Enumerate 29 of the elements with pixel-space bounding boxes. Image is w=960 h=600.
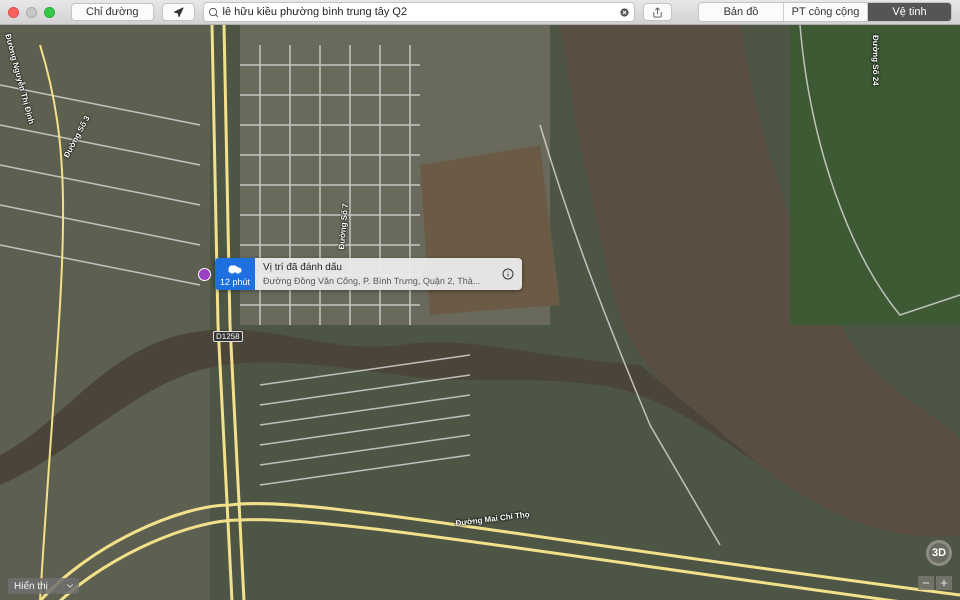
zoom-out-button[interactable] — [918, 576, 934, 590]
share-icon — [652, 6, 663, 18]
road-label: Đường Số 24 — [871, 35, 880, 86]
close-button[interactable] — [8, 6, 19, 18]
callout-title: Vị trí đã đánh dấu — [263, 262, 343, 273]
zoom-button[interactable] — [44, 6, 55, 18]
plus-icon — [939, 578, 949, 588]
road-shield: D1258 — [213, 331, 243, 342]
search-field[interactable]: lê hữu kiều phường bình trung tây Q2 — [202, 2, 635, 22]
location-arrow-icon — [172, 6, 184, 18]
road-label: Đường Mai Chí Thọ — [455, 510, 530, 528]
map-mode-tab[interactable]: Bản đồ — [699, 3, 783, 21]
zoom-in-button[interactable] — [936, 576, 952, 590]
view-menu[interactable]: Hiển thị — [8, 578, 79, 594]
location-button[interactable] — [162, 3, 194, 21]
search-icon — [208, 6, 218, 18]
share-button[interactable] — [643, 3, 672, 21]
info-icon[interactable] — [502, 268, 514, 280]
travel-time: 12 phút — [220, 276, 250, 286]
travel-time-badge[interactable]: 12 phút — [215, 258, 256, 290]
directions-button[interactable]: Chỉ đường — [71, 3, 154, 21]
road-label: Đường Số 7 — [337, 203, 350, 250]
map-mode-tab[interactable]: PT công cộng — [783, 3, 867, 21]
road-label: Đường Nguyễn Thị Định — [3, 33, 36, 125]
location-callout[interactable]: 12 phút Vị trí đã đánh dấu Đường Đồng Văn Cống, P. Bình Trưng, Quận 2, Thà... — [215, 258, 522, 290]
map-mode-tab[interactable]: Vệ tinh — [867, 3, 951, 21]
search-input[interactable]: lê hữu kiều phường bình trung tây Q2 — [222, 6, 615, 18]
clear-icon — [619, 6, 630, 18]
callout-address: Đường Đồng Văn Cống, P. Bình Trưng, Quận 2, Thà... — [263, 276, 480, 286]
